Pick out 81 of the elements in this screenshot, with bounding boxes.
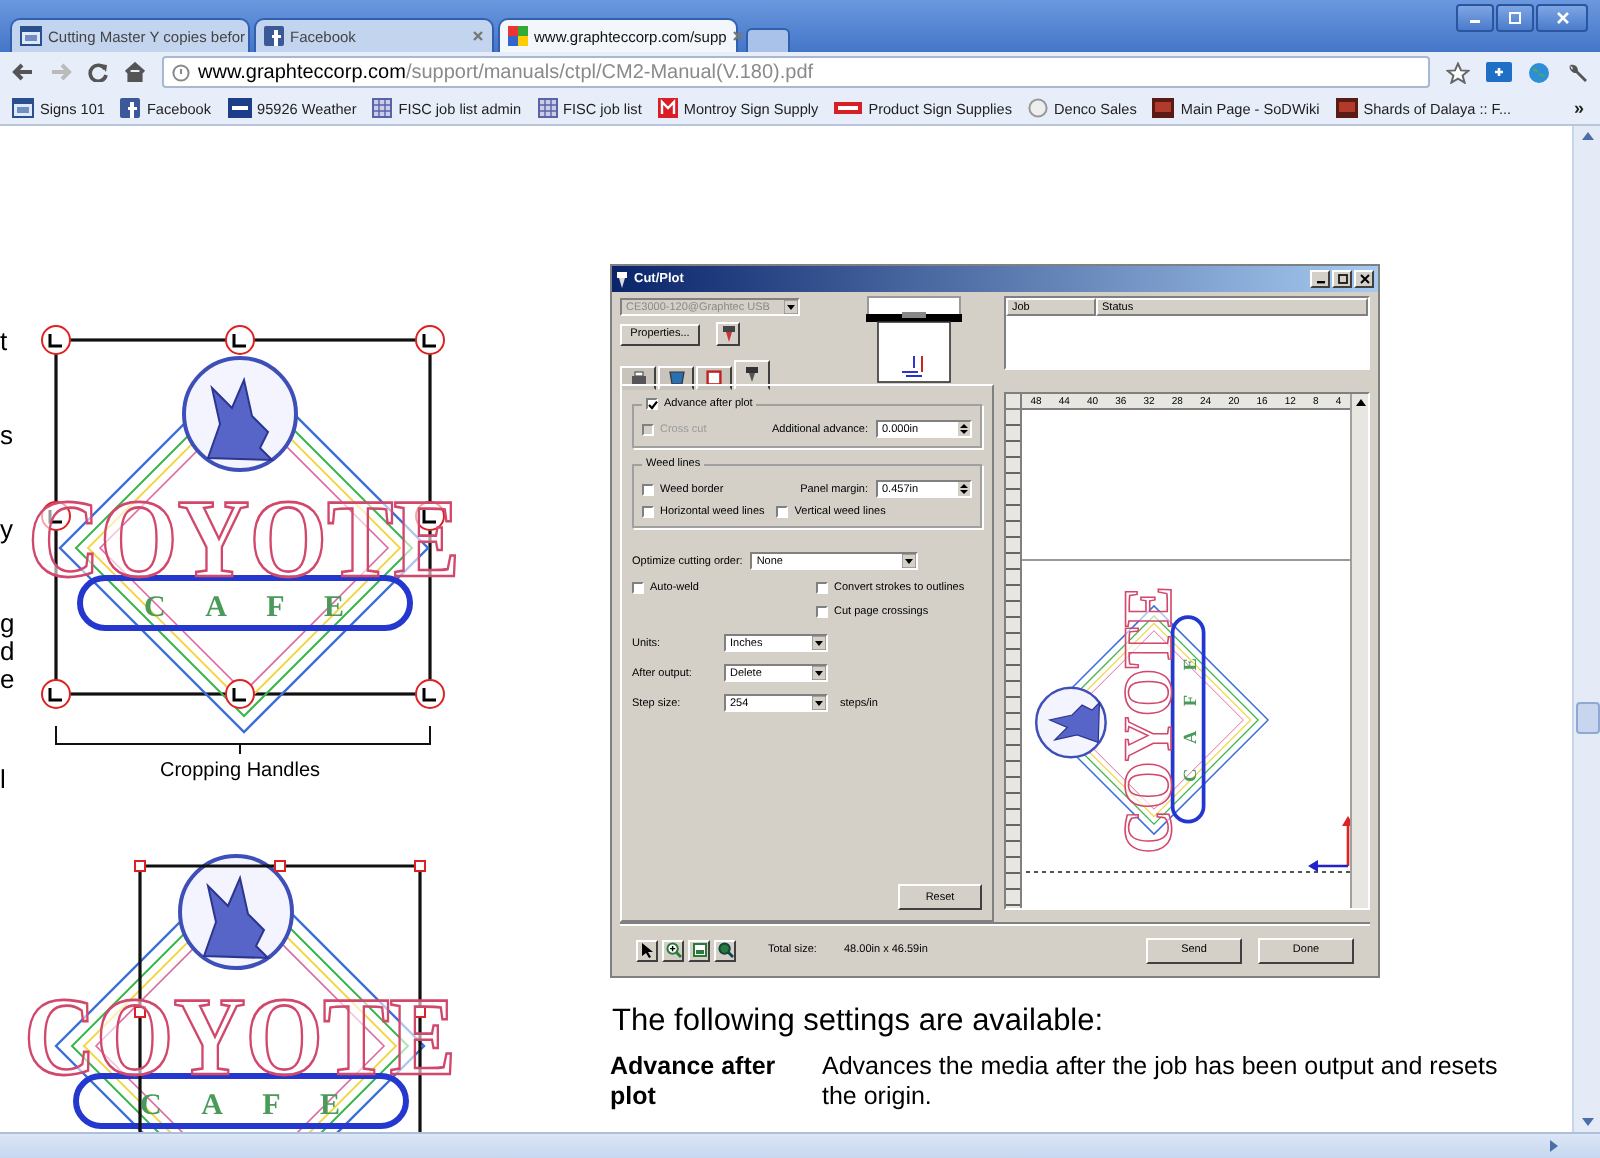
maximize-icon [1337,274,1347,284]
section-heading: The following settings are available: [612,1004,1106,1040]
square-icon [120,98,141,118]
extension-icon[interactable] [1486,62,1512,82]
settings-tab[interactable] [658,366,694,390]
stripe-icon [834,100,863,116]
close-icon [1359,274,1369,284]
text-fragment: l [0,766,8,794]
pointer-icon [640,942,654,958]
page-icon [172,63,190,81]
window-icon [12,98,34,118]
text-fragment: g [0,610,17,638]
reload-icon[interactable] [88,62,108,82]
dropdown-arrow-icon[interactable] [812,696,826,710]
logo-subtitle: CAFE [1182,658,1203,782]
scroll-thumb[interactable] [1575,702,1599,734]
settings-tab[interactable] [696,366,732,390]
grid-icon [372,98,393,118]
search-icon [717,942,733,958]
globe-icon[interactable] [1528,61,1550,83]
square-icon [227,98,252,118]
checkbox[interactable] [816,582,828,594]
zoom-tool-button[interactable] [662,939,684,961]
checkbox[interactable] [646,398,658,410]
cutter-icon [721,326,735,342]
dropdown-arrow-icon[interactable] [812,636,826,650]
check-icon [647,399,657,409]
checkbox[interactable] [642,506,654,518]
close-icon[interactable] [472,30,484,42]
cutter-settings-button[interactable] [716,322,740,346]
circle-icon [1028,98,1048,118]
square-icon [264,26,284,46]
cutter-icon [616,271,628,287]
checkbox[interactable] [776,506,789,518]
origin-axes-icon [1308,816,1350,872]
arrow-right-icon[interactable] [1548,1138,1560,1154]
cutter-icon [744,366,760,384]
zoom-fit-button[interactable] [714,939,736,961]
new-tab-button[interactable] [746,28,790,52]
close-icon[interactable] [732,30,745,42]
dropdown-arrow-icon[interactable] [812,666,826,680]
spinner-arrows-icon[interactable] [958,422,970,436]
colored-squares-icon [508,26,528,46]
checkbox[interactable] [816,606,828,618]
page-icon [691,942,707,958]
term: Advance after plot [610,1052,778,1112]
pointer-tool-button[interactable] [636,939,658,961]
close-icon [1555,12,1569,24]
square-icon [1335,98,1358,118]
minimize-button[interactable] [1456,4,1494,32]
checkbox[interactable] [642,483,654,495]
window-icon [20,26,42,46]
wrench-icon[interactable] [1566,61,1588,83]
maximize-icon [1508,12,1522,24]
checkbox[interactable] [632,582,644,594]
settings-tab[interactable] [620,366,656,390]
close-button[interactable] [1536,4,1588,32]
address-field[interactable]: www.graphteccorp.com/support/manuals/ctpl/CM2-Manual(V.180).pdf [162,56,1430,88]
text-fragment: s [0,422,15,450]
arrow-up-icon[interactable] [1353,396,1367,408]
grid-icon [537,98,558,118]
page-tool-button[interactable] [688,939,710,961]
text-fragment: y [0,516,15,544]
text-fragment: t [0,328,10,356]
arrow-down-icon[interactable] [1579,1116,1595,1128]
zoom-in-icon [665,942,681,958]
overflow-button[interactable]: » [1573,98,1584,118]
square-icon [1152,98,1175,118]
settings-tab[interactable] [734,360,770,390]
bucket-icon [667,370,685,386]
text-fragment: e [0,666,17,694]
description: Advances the media after the job has been output and resets the origin. [822,1052,1500,1112]
square-icon [657,98,678,118]
spinner-arrows-icon[interactable] [958,482,970,496]
dropdown-arrow-icon[interactable] [902,554,917,568]
home-icon[interactable] [124,62,146,82]
text-fragment: d [0,638,17,666]
maximize-button[interactable] [1496,4,1534,32]
back-arrow-icon[interactable] [12,62,34,82]
star-icon[interactable] [1446,61,1470,83]
figure-caption: Cropping Handles [157,760,323,782]
